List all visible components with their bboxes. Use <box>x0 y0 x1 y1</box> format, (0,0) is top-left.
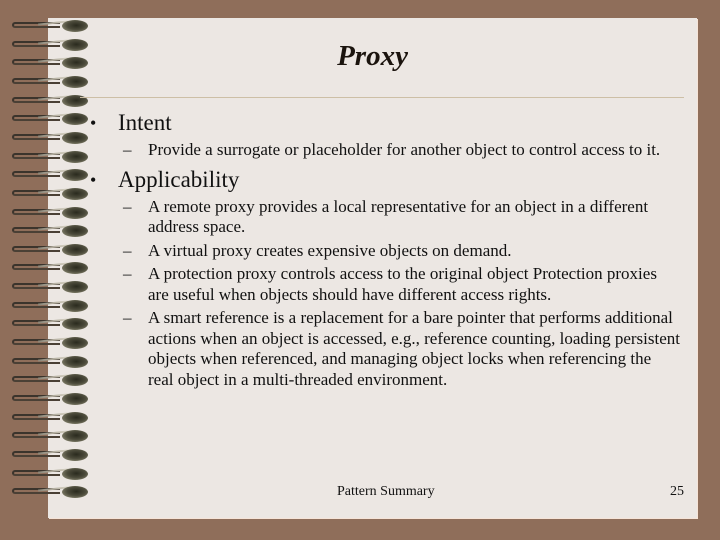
spiral-ring-icon <box>12 337 88 350</box>
ring-hole <box>62 393 88 405</box>
spiral-ring-icon <box>12 150 88 163</box>
spiral-ring-icon <box>12 393 88 405</box>
footer-title: Pattern Summary <box>337 484 435 499</box>
spiral-ring-icon <box>12 374 88 387</box>
ring-hole <box>62 131 88 144</box>
dash-icon: – <box>123 196 132 216</box>
dash-icon: – <box>123 140 132 159</box>
sub-bullet: – A protection proxy controls access to … <box>90 264 680 305</box>
spiral-ring-icon <box>12 225 88 238</box>
ring-hole <box>62 225 88 238</box>
bullet-icon: • <box>90 113 97 133</box>
sub-bullet: – A remote proxy provides a local repres… <box>90 197 680 238</box>
ring-hole <box>62 262 88 275</box>
sub-bullet-text: A virtual proxy creates expensive object… <box>148 240 512 260</box>
slide-title: Proxy <box>337 40 408 72</box>
spiral-ring-icon <box>12 113 88 126</box>
dash-icon: – <box>123 264 132 283</box>
bullet-heading: Intent <box>118 110 172 135</box>
spiral-ring-icon <box>12 486 88 499</box>
ring-hole <box>62 187 88 200</box>
ring-hole <box>62 374 88 387</box>
sub-bullet-text: A remote proxy provides a local represen… <box>148 196 649 237</box>
ring-hole <box>62 355 88 368</box>
ring-hole <box>62 318 88 331</box>
sub-bullet-text: A smart reference is a replacement for a… <box>148 308 680 389</box>
spiral-ring-icon <box>12 187 88 200</box>
ring-hole <box>62 486 88 499</box>
title-divider <box>80 97 684 98</box>
sub-bullet: – A smart reference is a replacement for… <box>90 308 680 390</box>
ring-hole <box>62 430 88 443</box>
ring-hole <box>62 75 88 88</box>
slide-body: • Intent – Provide a surrogate or placeh… <box>90 110 680 396</box>
ring-hole <box>62 411 88 424</box>
ring-hole <box>62 150 88 163</box>
spiral-ring-icon <box>12 262 88 275</box>
spiral-ring-icon <box>12 467 88 480</box>
spiral-ring-icon <box>12 430 88 443</box>
spiral-ring-icon <box>12 131 88 144</box>
spiral-ring-icon <box>12 281 88 294</box>
spiral-ring-icon <box>12 355 88 368</box>
ring-hole <box>62 243 88 256</box>
ring-hole <box>62 206 88 219</box>
dash-icon: – <box>123 308 132 327</box>
ring-hole <box>62 467 88 480</box>
sub-bullet-text: Provide a surrogate or placeholder for a… <box>148 140 661 159</box>
ring-hole <box>62 20 88 32</box>
dash-icon: – <box>123 240 132 260</box>
sub-bullet: – A virtual proxy creates expensive obje… <box>90 241 680 262</box>
spiral-ring-icon <box>12 318 88 331</box>
spiral-ring-icon <box>12 94 88 107</box>
spiral-ring-icon <box>12 411 88 424</box>
applicability-subitems: – A remote proxy provides a local repres… <box>90 197 680 391</box>
intent-subitems: – Provide a surrogate or placeholder for… <box>90 140 680 161</box>
ring-hole <box>62 169 88 182</box>
spiral-ring-icon <box>12 448 88 461</box>
sub-bullet: – Provide a surrogate or placeholder for… <box>90 140 680 161</box>
bullet-applicability: • Applicability <box>90 167 680 193</box>
spiral-ring-icon <box>12 206 88 219</box>
sub-bullet-text: A protection proxy controls access to th… <box>148 264 657 304</box>
page-number: 25 <box>670 484 684 499</box>
spiral-binding <box>0 0 90 540</box>
ring-hole <box>62 448 88 461</box>
ring-hole <box>62 337 88 350</box>
spiral-ring-icon <box>12 75 88 88</box>
spiral-ring-icon <box>12 243 88 256</box>
spiral-ring-icon <box>12 20 88 32</box>
ring-hole <box>62 299 88 312</box>
ring-hole <box>62 281 88 294</box>
ring-hole <box>62 113 88 126</box>
bullet-intent: • Intent <box>90 110 680 136</box>
spiral-ring-icon <box>12 299 88 312</box>
bullet-icon: • <box>90 169 97 190</box>
spiral-ring-icon <box>12 169 88 182</box>
bullet-heading: Applicability <box>118 166 240 192</box>
